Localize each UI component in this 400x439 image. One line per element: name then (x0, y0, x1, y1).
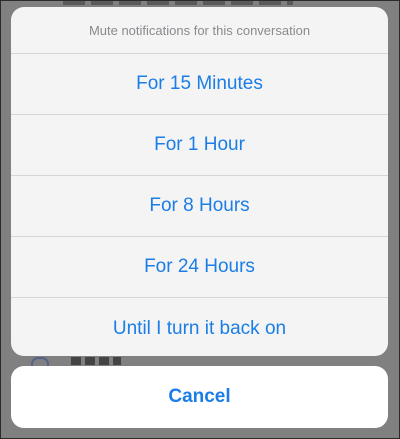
mute-action-sheet: Mute notifications for this conversation… (11, 7, 388, 356)
action-sheet-title: Mute notifications for this conversation (11, 7, 388, 54)
mute-15-minutes-button[interactable]: For 15 Minutes (11, 54, 388, 115)
mute-until-turned-on-button[interactable]: Until I turn it back on (11, 298, 388, 356)
cancel-button[interactable]: Cancel (11, 366, 388, 428)
mute-1-hour-button[interactable]: For 1 Hour (11, 115, 388, 176)
background-list-item-text (71, 357, 121, 365)
background-message-text (63, 1, 293, 5)
mute-8-hours-button[interactable]: For 8 Hours (11, 176, 388, 237)
mute-24-hours-button[interactable]: For 24 Hours (11, 237, 388, 298)
